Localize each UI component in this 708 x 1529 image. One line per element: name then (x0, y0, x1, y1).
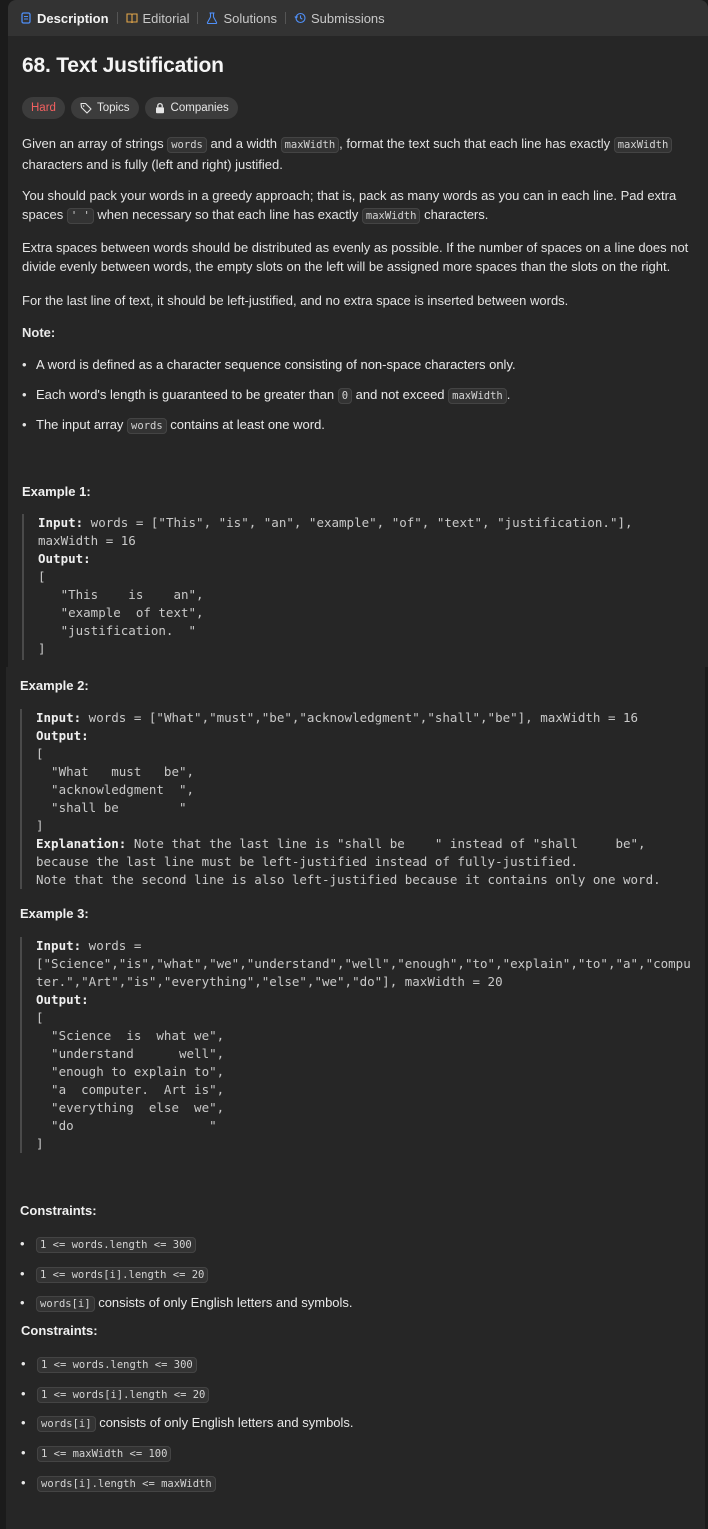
tab-divider (284, 12, 286, 24)
lock-icon (155, 102, 164, 114)
inline-code: maxWidth (448, 388, 507, 404)
list-item: A word is defined as a character sequenc… (22, 357, 516, 372)
example-2-heading: Example 2: (20, 678, 89, 693)
tab-divider (116, 12, 118, 24)
tab-description[interactable]: Description (20, 11, 109, 26)
inline-code: 0 (337, 388, 353, 404)
description-panel-continued: Example 2: Input: words = ["What","must"… (6, 667, 705, 1529)
topics-button[interactable]: Topics (70, 97, 139, 119)
constraint-item: 1 <= maxWidth <= 100 (21, 1445, 172, 1462)
list-item: The input array words contains at least … (22, 417, 325, 434)
tag-row: Hard Topics Companies (22, 97, 238, 119)
inline-code: words (167, 137, 207, 153)
book-icon (125, 13, 138, 24)
paragraph-1: Given an array of strings words and a wi… (22, 134, 698, 174)
problem-title: 68. Text Justification (22, 54, 224, 77)
tab-solutions[interactable]: Solutions (206, 10, 277, 26)
tab-divider (197, 12, 199, 24)
tab-submissions[interactable]: Submissions (294, 11, 385, 26)
companies-button[interactable]: Companies (144, 97, 238, 119)
example-3-heading: Example 3: (20, 906, 89, 921)
paragraph-4: For the last line of text, it should be … (22, 293, 569, 308)
difficulty-badge: Hard (22, 97, 65, 119)
constraint-item: 1 <= words.length <= 300 (20, 1236, 196, 1253)
constraints-heading: Constraints: (20, 1203, 97, 1218)
flask-icon (207, 12, 218, 24)
constraint-item: 1 <= words.length <= 300 (21, 1356, 197, 1373)
topics-label: Topics (96, 102, 130, 114)
inline-code: maxWidth (361, 208, 421, 224)
constraint-item: words[i].length <= maxWidth (21, 1475, 216, 1492)
constraint-item: words[i] consists of only English letter… (21, 1415, 354, 1432)
list-item: Each word's length is guaranteed to be g… (22, 387, 510, 404)
difficulty-label: Hard (31, 102, 56, 114)
tab-submissions-label: Submissions (310, 10, 385, 26)
tab-description-label: Description (37, 10, 109, 26)
constraint-item: words[i] consists of only English letter… (20, 1295, 353, 1312)
constraints-heading: Constraints: (21, 1323, 98, 1338)
constraint-item: 1 <= words[i].length <= 20 (20, 1266, 209, 1283)
inline-code: maxWidth (280, 137, 340, 153)
note-heading: Note: (22, 325, 56, 340)
tab-solutions-label: Solutions (223, 10, 277, 26)
inline-code: maxWidth (613, 137, 673, 153)
description-panel: 68. Text Justification Hard Topics Compa… (8, 36, 708, 667)
tab-bar: Description Editorial Solutions Submissi… (8, 0, 708, 36)
companies-label: Companies (170, 102, 229, 114)
example-1-heading: Example 1: (22, 484, 91, 499)
inline-code: ' ' (66, 208, 94, 224)
paragraph-3: Extra spaces between words should be dis… (22, 240, 689, 274)
constraint-item: 1 <= words[i].length <= 20 (21, 1386, 210, 1403)
tab-editorial-label: Editorial (142, 10, 190, 26)
tab-editorial[interactable]: Editorial (125, 10, 190, 26)
paragraph-2: You should pack your words in a greedy a… (22, 188, 677, 224)
description-icon (21, 12, 31, 24)
example-3-block: Input: words = ["Science","is","what","w… (20, 937, 691, 1153)
example-2-block: Input: words = ["What","must","be","ackn… (20, 709, 661, 889)
history-icon (294, 12, 306, 24)
example-1-block: Input: words = ["This", "is", "an", "exa… (22, 514, 633, 660)
tag-icon (80, 102, 92, 114)
inline-code: words (127, 418, 167, 434)
